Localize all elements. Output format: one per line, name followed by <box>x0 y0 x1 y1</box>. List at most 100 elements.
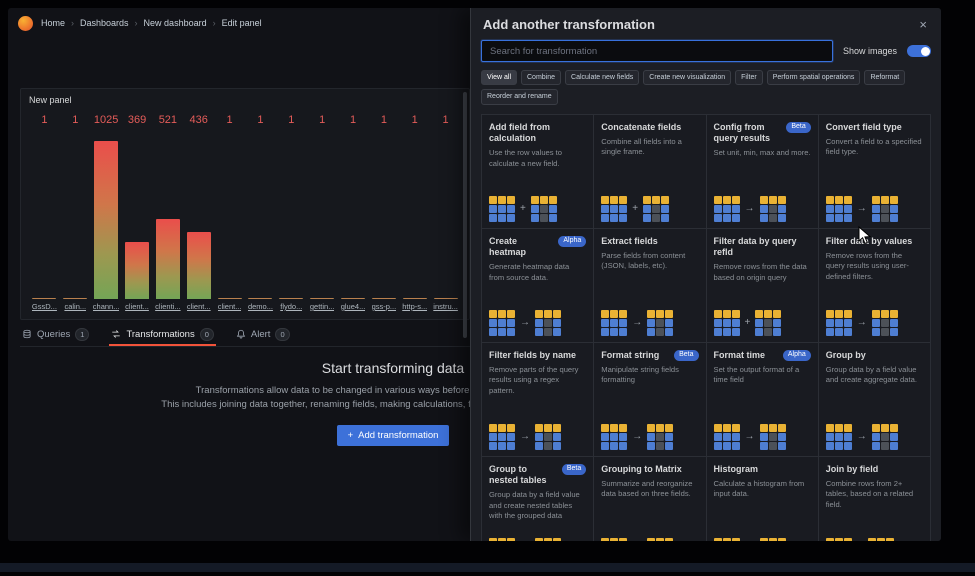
table-cell-graphic <box>881 433 889 441</box>
table-cell-graphic <box>549 205 557 213</box>
x-axis-label[interactable]: chann... <box>93 301 120 313</box>
bottom-bar <box>0 563 975 572</box>
filter-pill-create-new-visualization[interactable]: Create new visualization <box>643 70 731 85</box>
table-cell-graphic <box>872 310 880 318</box>
filter-pill-perform-spatial-operations[interactable]: Perform spatial operations <box>767 70 861 85</box>
table-cell-graphic <box>544 538 552 541</box>
card-header: Filter data by values <box>826 236 923 247</box>
table-cell-graphic <box>826 310 834 318</box>
bar-value-label: 1 <box>412 113 418 128</box>
transformation-card-filter-fields-by-name[interactable]: Filter fields by name Remove parts of th… <box>482 343 594 457</box>
x-axis-label[interactable]: client... <box>187 301 211 313</box>
filter-pill-view-all[interactable]: View all <box>481 70 517 85</box>
scrollbar-thumb[interactable] <box>463 92 467 338</box>
table-cell-graphic <box>489 214 497 222</box>
card-title: Format time <box>714 350 766 361</box>
table-cell-graphic <box>656 328 664 336</box>
breadcrumb-edit-panel[interactable]: Edit panel <box>222 18 262 28</box>
transformation-card-config-from-query-results[interactable]: Config from query results Beta Set unit,… <box>707 115 819 229</box>
table-cell-graphic <box>619 433 627 441</box>
transformation-illustration: → <box>714 196 811 222</box>
card-description: Set the output format of a time field <box>714 365 811 386</box>
transformation-card-convert-field-type[interactable]: Convert field type Convert a field to a … <box>819 115 931 229</box>
table-cell-graphic <box>610 196 618 204</box>
table-cell-graphic <box>890 433 898 441</box>
x-axis-label[interactable]: calin... <box>64 301 86 313</box>
x-axis-label[interactable]: http-s... <box>402 301 427 313</box>
bar <box>125 242 149 299</box>
breadcrumb-home[interactable]: Home <box>41 18 65 28</box>
table-cell-graphic <box>507 538 515 541</box>
close-icon[interactable]: × <box>917 18 929 31</box>
table-cell-graphic <box>890 214 898 222</box>
search-input[interactable] <box>481 40 833 62</box>
table-cell-graphic <box>647 310 655 318</box>
transformation-card-concatenate-fields[interactable]: Concatenate fields Combine all fields in… <box>594 115 706 229</box>
transformation-card-grouping-to-matrix[interactable]: Grouping to Matrix Summarize and reorgan… <box>594 457 706 541</box>
chevron-separator-icon: › <box>135 18 138 28</box>
panel-title[interactable]: New panel <box>29 95 461 105</box>
card-header: Convert field type <box>826 122 923 133</box>
table-cell-graphic <box>773 319 781 327</box>
add-transformation-button[interactable]: + Add transformation <box>337 425 450 446</box>
bar-value-label: 1 <box>227 113 233 128</box>
transformation-card-histogram[interactable]: Histogram Calculate a histogram from inp… <box>707 457 819 541</box>
table-cell-graphic <box>835 310 843 318</box>
table-cell-graphic <box>507 328 515 336</box>
tab-label: Queries <box>37 329 70 340</box>
grafana-logo[interactable] <box>18 16 33 31</box>
chart-column: 1gss-p... <box>368 113 399 313</box>
table-cell-graphic <box>535 310 543 318</box>
filter-pill-reorder-and-rename[interactable]: Reorder and rename <box>481 89 558 104</box>
transformation-card-format-time[interactable]: Format time Alpha Set the output format … <box>707 343 819 457</box>
x-axis-label[interactable]: gettin... <box>310 301 335 313</box>
operation-glyph: → <box>745 431 755 442</box>
transformation-card-create-heatmap[interactable]: Create heatmap Alpha Generate heatmap da… <box>482 229 594 343</box>
bar-value-label: 1 <box>41 113 47 128</box>
card-header: Join by field <box>826 464 923 475</box>
transformation-illustration: + <box>601 196 698 222</box>
filter-pill-reformat[interactable]: Reformat <box>864 70 905 85</box>
table-cell-graphic <box>535 538 543 541</box>
table-cell-graphic <box>498 328 506 336</box>
card-description: Parse fields from content (JSON, labels,… <box>601 251 698 272</box>
tab-transformations[interactable]: Transformations 0 <box>109 324 215 346</box>
transformation-card-extract-fields[interactable]: Extract fields Parse fields from content… <box>594 229 706 343</box>
show-images-toggle[interactable] <box>907 45 931 57</box>
transformation-illustration: → <box>489 424 586 450</box>
transformation-card-join-by-field[interactable]: Join by field Combine rows from 2+ table… <box>819 457 931 541</box>
filter-pill-combine[interactable]: Combine <box>521 70 561 85</box>
transformation-card-format-string[interactable]: Format string Beta Manipulate string fie… <box>594 343 706 457</box>
x-axis-label[interactable]: client... <box>125 301 149 313</box>
x-axis-label[interactable]: flydo... <box>280 301 302 313</box>
bar-chart: 1GssD...1calin...1025chann...369client..… <box>29 113 461 313</box>
filter-pill-filter[interactable]: Filter <box>735 70 763 85</box>
transformation-card-group-by[interactable]: Group by Group data by a field value and… <box>819 343 931 457</box>
x-axis-label[interactable]: gss-p... <box>372 301 397 313</box>
x-axis-label[interactable]: GssD... <box>32 301 57 313</box>
transformation-card-filter-data-by-query-refid[interactable]: Filter data by query refId Remove rows f… <box>707 229 819 343</box>
transformation-card-filter-data-by-values[interactable]: Filter data by values Remove rows from t… <box>819 229 931 343</box>
table-cell-graphic <box>778 442 786 450</box>
chevron-separator-icon: › <box>213 18 216 28</box>
card-description: Remove parts of the query results using … <box>489 365 586 396</box>
tab-queries[interactable]: Queries 1 <box>20 324 91 346</box>
x-axis-label[interactable]: demo... <box>248 301 273 313</box>
breadcrumb-dashboards[interactable]: Dashboards <box>80 18 129 28</box>
x-axis-label[interactable]: instru... <box>433 301 458 313</box>
table-cell-graphic <box>760 424 768 432</box>
transformation-card-add-field-from-calculation[interactable]: Add field from calculation Use the row v… <box>482 115 594 229</box>
filter-pill-calculate-new-fields[interactable]: Calculate new fields <box>565 70 639 85</box>
breadcrumb-new-dashboard[interactable]: New dashboard <box>144 18 207 28</box>
transformation-card-group-to-nested-tables[interactable]: Group to nested tables Beta Group data b… <box>482 457 594 541</box>
table-cell-graphic <box>619 328 627 336</box>
table-cell-graphic <box>872 319 880 327</box>
tab-alert[interactable]: Alert 0 <box>234 324 292 346</box>
operation-glyph: → <box>632 317 642 328</box>
mini-table-graphic <box>760 424 786 450</box>
x-axis-label[interactable]: clienti... <box>155 301 180 313</box>
x-axis-label[interactable]: glue4... <box>341 301 366 313</box>
table-cell-graphic <box>723 433 731 441</box>
card-description: Group data by a field value and create a… <box>826 365 923 386</box>
x-axis-label[interactable]: client... <box>218 301 242 313</box>
